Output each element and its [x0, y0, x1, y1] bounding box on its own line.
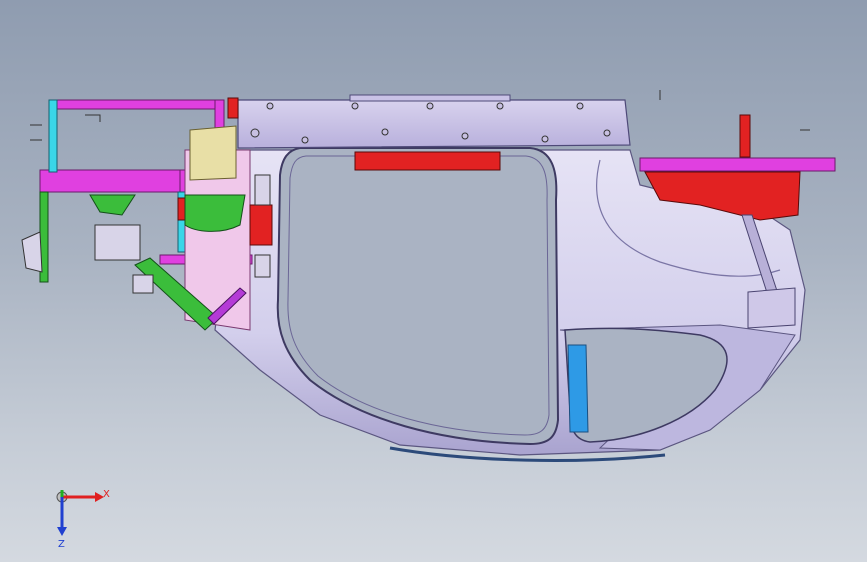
z-axis-arrow — [57, 527, 67, 536]
axis-triad: X Z — [56, 489, 110, 550]
cad-viewport[interactable]: X Z — [0, 0, 867, 562]
z-axis-label: Z — [58, 539, 65, 550]
x-axis-label: X — [103, 489, 110, 500]
